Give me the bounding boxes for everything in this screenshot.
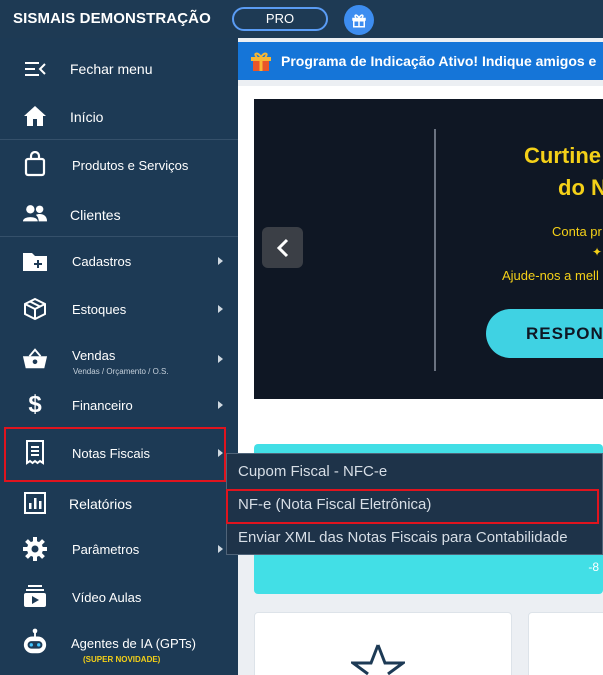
sidebar-item-video-lessons[interactable]: Vídeo Aulas: [0, 580, 238, 614]
referral-banner[interactable]: Programa de Indicação Ativo! Indique ami…: [238, 42, 603, 80]
chevron-right-icon: [218, 401, 223, 409]
star-icon: [351, 644, 405, 675]
banner-text: Programa de Indicação Ativo! Indique ami…: [281, 53, 597, 69]
carousel-title: Curtine: [524, 143, 601, 168]
sidebar-item-label: Agentes de IA (GPTs): [71, 636, 197, 651]
sidebar-item-label: Vendas: [72, 348, 116, 363]
chevron-right-icon: [218, 355, 223, 363]
sidebar-item-clients[interactable]: Clientes: [0, 197, 238, 231]
gear-icon: [22, 536, 48, 562]
divider: [0, 139, 238, 140]
sidebar-item-sales[interactable]: Vendas Vendas / Orçamento / O.S.: [0, 340, 238, 378]
sidebar-item-label: Início: [70, 109, 104, 125]
main-content: Programa de Indicação Ativo! Indique ami…: [238, 38, 603, 675]
sidebar-item-finance[interactable]: $ Financeiro: [0, 388, 238, 422]
divider: [0, 236, 238, 237]
folder-add-icon: [22, 248, 48, 274]
sidebar-item-registrations[interactable]: Cadastros: [0, 244, 238, 278]
highlight-box: [4, 427, 226, 482]
carousel-subtitle: Ajude-nos a mell: [502, 268, 599, 283]
home-icon: [22, 103, 48, 129]
divider: [434, 129, 436, 371]
sidebar-item-ai-agents[interactable]: Agentes de IA (GPTs) (SUPER NOVIDADE): [0, 628, 238, 668]
top-bar: SISMAIS DEMONSTRAÇÃO PRO: [0, 0, 603, 38]
decoration-icon: ✦: [592, 245, 603, 259]
sidebar-item-label: Parâmetros: [72, 542, 140, 557]
feature-card[interactable]: [254, 612, 512, 675]
sidebar-item-settings[interactable]: Parâmetros: [0, 532, 238, 566]
chevron-right-icon: [218, 545, 223, 553]
sidebar-item-label: Cadastros: [72, 254, 132, 269]
highlight-box: [226, 489, 599, 524]
carousel-title: do N: [558, 175, 603, 200]
submenu-item-nfce[interactable]: Cupom Fiscal - NFC-e: [238, 463, 387, 480]
chevron-right-icon: [218, 305, 223, 313]
feature-card[interactable]: [528, 612, 603, 675]
sidebar-item-close-menu[interactable]: Fechar menu: [0, 52, 238, 86]
chevron-left-icon: [276, 238, 288, 257]
company-name: SISMAIS DEMONSTRAÇÃO: [13, 10, 211, 27]
sidebar-item-home[interactable]: Início: [0, 99, 238, 133]
sidebar-item-label: Relatórios: [69, 496, 133, 512]
sidebar-item-products[interactable]: Produtos e Serviços: [0, 148, 238, 182]
carousel-prev-button[interactable]: [262, 227, 303, 268]
sidebar-item-sublabel: Vendas / Orçamento / O.S.: [73, 367, 169, 376]
people-icon: [22, 200, 48, 226]
sidebar-item-label: Fechar menu: [70, 61, 153, 77]
new-feature-badge: (SUPER NOVIDADE): [83, 655, 161, 664]
bar-chart-icon: [22, 490, 48, 516]
sidebar-item-label: Estoques: [72, 302, 127, 317]
sidebar-item-label: Produtos e Serviços: [72, 158, 189, 173]
collapse-menu-icon: [22, 56, 48, 82]
carousel: Curtine do N Conta pr ✦ Ajude-nos a mell…: [254, 99, 603, 399]
sidebar-item-label: Clientes: [70, 207, 121, 223]
sidebar-item-reports[interactable]: Relatórios: [0, 486, 238, 520]
promo-value: -8: [588, 560, 599, 574]
plan-badge[interactable]: PRO: [232, 7, 328, 31]
dollar-icon: $: [28, 391, 42, 418]
shopping-bag-icon: [22, 151, 48, 177]
video-library-icon: [22, 583, 48, 609]
box-icon: [22, 296, 48, 322]
submenu-item-send-xml[interactable]: Enviar XML das Notas Fiscais para Contab…: [238, 529, 568, 546]
sidebar-item-label: Vídeo Aulas: [72, 590, 142, 605]
chevron-right-icon: [218, 257, 223, 265]
carousel-subtitle: Conta pr: [552, 224, 602, 239]
robot-icon: [22, 628, 48, 656]
sidebar-item-stock[interactable]: Estoques: [0, 292, 238, 326]
gift-icon: [250, 50, 272, 77]
respond-button[interactable]: RESPON: [486, 309, 603, 358]
gift-icon[interactable]: [344, 5, 374, 35]
sidebar-item-label: Financeiro: [72, 398, 133, 413]
basket-icon: [22, 346, 48, 372]
